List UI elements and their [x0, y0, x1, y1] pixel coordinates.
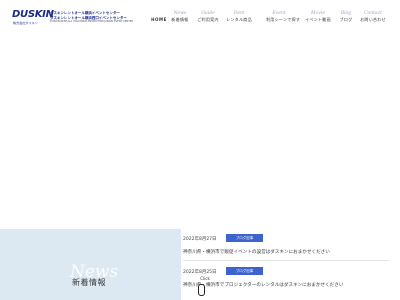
mouse-icon — [198, 284, 205, 296]
company-english-name: DUSKIN RENT-ALL YOKOHAMA PROMOTION JUNIO… — [50, 20, 134, 23]
news-category-badge[interactable]: ブログ記事 — [226, 267, 263, 275]
nav-movie[interactable]: Movie イベント動画 — [305, 11, 331, 23]
click-cursor-indicator: Click — [195, 276, 215, 300]
nav-movie-jp: イベント動画 — [305, 17, 331, 22]
nav-event[interactable]: Event 利用シーンで探す — [266, 11, 301, 23]
nav-blog-jp: ブログ — [339, 17, 353, 22]
hero-area — [0, 36, 400, 226]
news-category-badge[interactable]: ブログ記事 — [226, 234, 263, 242]
nav-item-jp: レンタル商品 — [226, 17, 252, 22]
nav-guide-jp: ご利用案内 — [197, 17, 219, 22]
nav-news[interactable]: News 新着情報 — [167, 11, 193, 23]
news-date: 2022年8月27日 — [183, 237, 217, 242]
nav-item[interactable]: Item レンタル商品 — [226, 11, 252, 23]
nav-guide[interactable]: Guide ご利用案内 — [195, 11, 221, 23]
nav-contact[interactable]: Contact お問い合わせ — [360, 11, 386, 23]
nav-event-jp: 利用シーンで探す — [266, 17, 301, 22]
duskin-logo[interactable]: DUSKIN — [12, 10, 54, 20]
news-divider — [183, 260, 389, 261]
news-title[interactable]: 神奈川県・横浜市で販促イベントの設営はダスキンにおまかせください — [183, 249, 330, 255]
news-heading-jp: 新着情報 — [72, 278, 106, 287]
nav-contact-jp: お問い合わせ — [360, 17, 386, 22]
nav-blog[interactable]: Blog ブログ — [333, 11, 359, 23]
site-header: DUSKIN 株式会社ダスキン ダスキンレントオール横浜イベントセンター ダスキ… — [0, 0, 400, 36]
nav-news-jp: 新着情報 — [171, 17, 189, 22]
logo-subtitle: 株式会社ダスキン — [13, 21, 38, 25]
company-name: ダスキンレントオール横浜イベントセンター ダスキンレントオール横浜西口イベントセ… — [50, 11, 150, 25]
click-label: Click — [200, 276, 210, 281]
news-date: 2022年8月25日 — [183, 270, 217, 275]
